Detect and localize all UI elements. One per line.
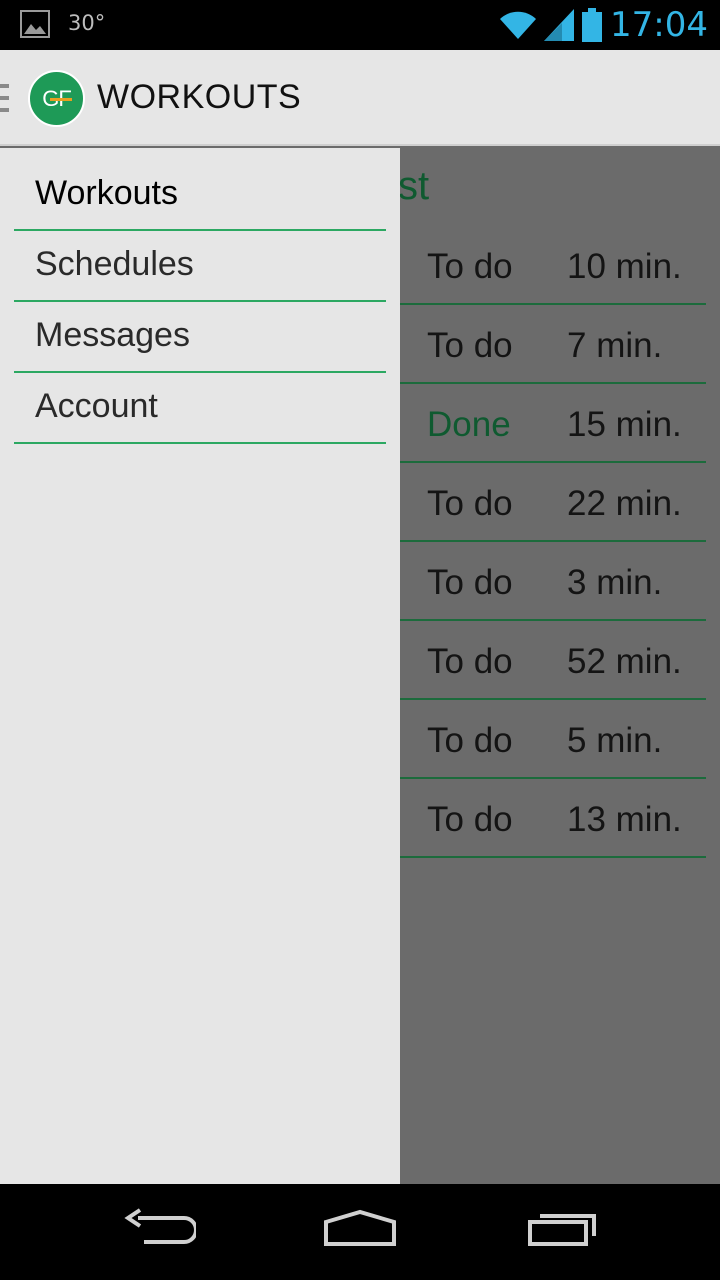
workout-duration: 10 min. bbox=[567, 247, 682, 286]
action-bar: GF WORKOUTS bbox=[0, 50, 720, 146]
image-notification-icon bbox=[20, 10, 50, 38]
system-nav-bar bbox=[0, 1184, 720, 1280]
drawer-item-schedules[interactable]: Schedules bbox=[14, 231, 386, 302]
wifi-icon bbox=[500, 11, 537, 39]
temperature-text: 30° bbox=[68, 11, 106, 35]
back-icon[interactable] bbox=[124, 1208, 196, 1248]
workout-row[interactable]: To do 22 min. bbox=[400, 464, 706, 542]
drawer-item-account[interactable]: Account bbox=[14, 373, 386, 444]
workout-duration: 22 min. bbox=[567, 484, 682, 523]
logo-accent bbox=[50, 98, 72, 101]
workout-duration: 52 min. bbox=[567, 642, 682, 681]
workout-status: Done bbox=[427, 405, 511, 444]
workout-duration: 13 min. bbox=[567, 800, 682, 839]
workout-row[interactable]: To do 52 min. bbox=[400, 622, 706, 700]
workout-duration: 7 min. bbox=[567, 326, 663, 365]
workout-duration: 15 min. bbox=[567, 405, 682, 444]
workout-row[interactable]: Done 15 min. bbox=[400, 385, 706, 463]
page-title: WORKOUTS bbox=[97, 78, 302, 116]
workout-status: To do bbox=[427, 484, 513, 523]
drawer-item-messages[interactable]: Messages bbox=[14, 302, 386, 373]
recent-apps-icon[interactable] bbox=[526, 1208, 598, 1248]
drawer-item-label: Workouts bbox=[35, 174, 178, 212]
list-heading: st bbox=[398, 164, 430, 208]
workout-status: To do bbox=[427, 326, 513, 365]
drawer-item-workouts[interactable]: Workouts bbox=[14, 160, 386, 231]
battery-icon bbox=[582, 8, 603, 42]
drawer-item-label: Schedules bbox=[35, 245, 194, 283]
workout-row[interactable]: To do 5 min. bbox=[400, 701, 706, 779]
workout-row[interactable]: To do 7 min. bbox=[400, 306, 706, 384]
workout-duration: 3 min. bbox=[567, 563, 663, 602]
workout-status: To do bbox=[427, 563, 513, 602]
workout-status: To do bbox=[427, 642, 513, 681]
signal-icon bbox=[544, 9, 575, 41]
status-bar: 30° 17:04 bbox=[0, 0, 720, 50]
drawer-item-label: Account bbox=[35, 387, 158, 425]
workout-row[interactable]: To do 3 min. bbox=[400, 543, 706, 621]
navigation-drawer: Workouts Schedules Messages Account bbox=[0, 148, 400, 1184]
drawer-item-label: Messages bbox=[35, 316, 190, 354]
workout-status: To do bbox=[427, 721, 513, 760]
app-logo[interactable]: GF bbox=[28, 70, 85, 127]
drawer-toggle-icon[interactable] bbox=[0, 84, 9, 114]
workout-list: st To do 10 min. To do 7 min. Done 15 mi… bbox=[398, 148, 720, 1184]
clock: 17:04 bbox=[610, 5, 708, 45]
workout-status: To do bbox=[427, 247, 513, 286]
workout-row[interactable]: To do 10 min. bbox=[400, 227, 706, 305]
workout-status: To do bbox=[427, 800, 513, 839]
workout-duration: 5 min. bbox=[567, 721, 663, 760]
home-icon[interactable] bbox=[322, 1208, 398, 1248]
workout-row[interactable]: To do 13 min. bbox=[400, 780, 706, 858]
